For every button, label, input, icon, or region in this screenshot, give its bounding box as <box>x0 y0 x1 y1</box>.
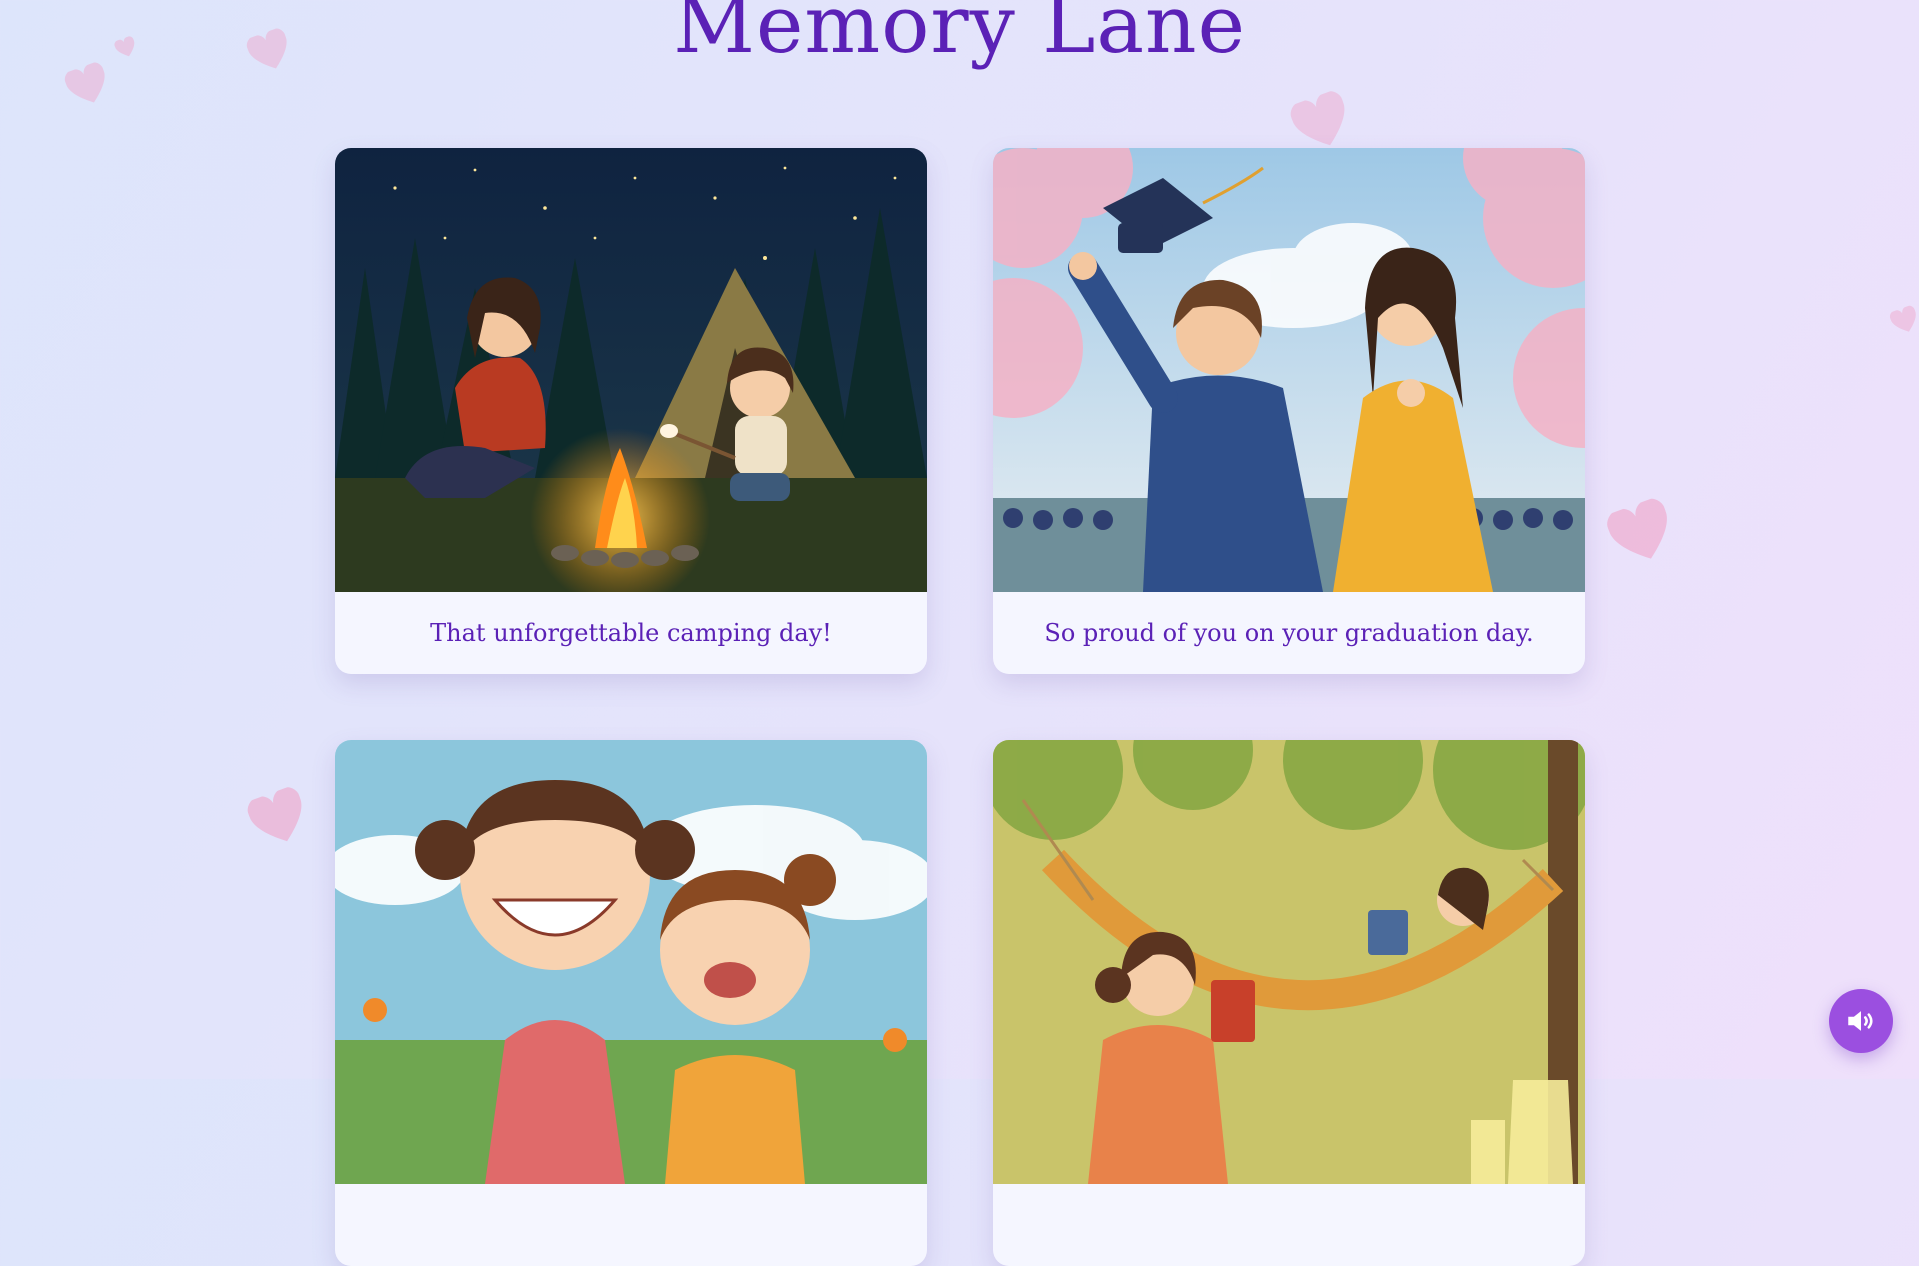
floating-heart-icon <box>1604 496 1681 573</box>
memory-grid: That unforgettable camping day! So proud… <box>335 148 1585 1266</box>
memory-card[interactable] <box>335 740 927 1266</box>
campfire-photo <box>335 148 927 592</box>
floating-heart-icon <box>244 784 313 853</box>
sound-toggle-button[interactable] <box>1829 989 1893 1053</box>
hammock-photo <box>993 740 1585 1184</box>
memory-card[interactable] <box>993 740 1585 1266</box>
memory-card[interactable]: That unforgettable camping day! <box>335 148 927 674</box>
floating-heart-icon <box>1888 304 1919 337</box>
speaker-icon <box>1848 1011 1873 1031</box>
memory-caption: That unforgettable camping day! <box>430 619 832 647</box>
memory-card[interactable]: So proud of you on your graduation day. <box>993 148 1585 674</box>
memory-caption <box>993 1184 1585 1266</box>
page-title: Memory Lane <box>673 0 1246 71</box>
memory-caption: So proud of you on your graduation day. <box>1044 619 1534 647</box>
memory-caption <box>335 1184 927 1266</box>
silly-faces-photo <box>335 740 927 1184</box>
graduation-photo <box>993 148 1585 592</box>
